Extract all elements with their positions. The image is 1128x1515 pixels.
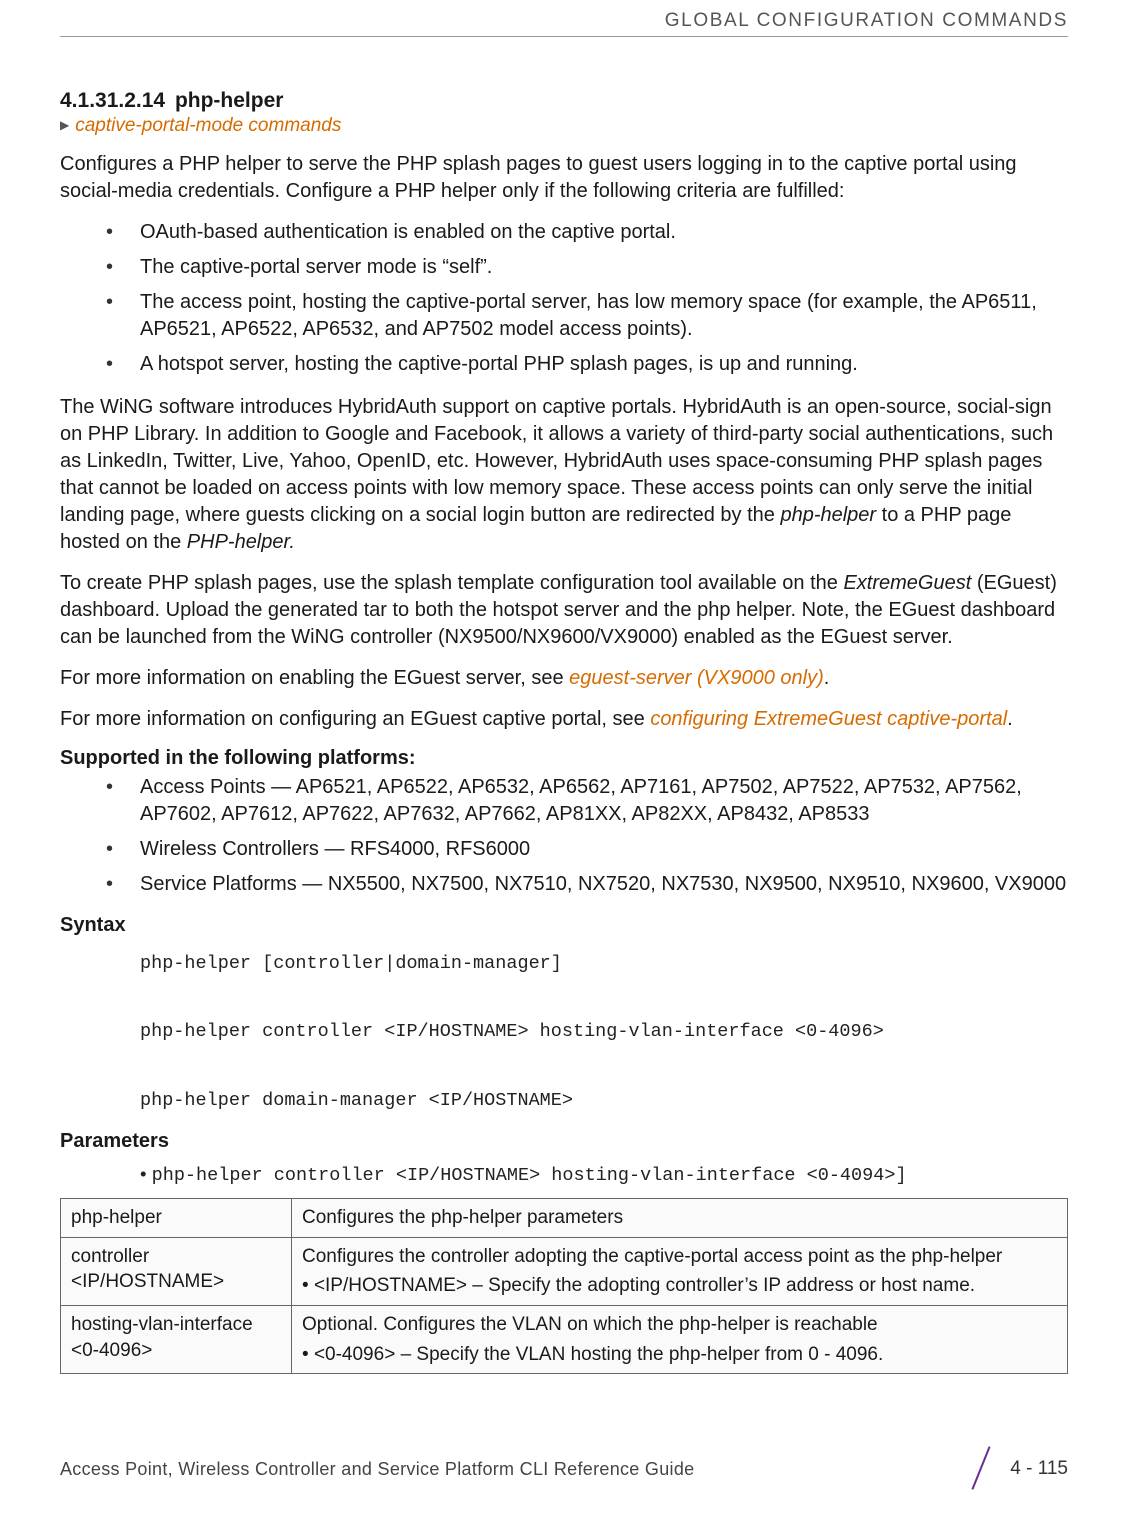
intro-paragraph: Configures a PHP helper to serve the PHP… <box>60 151 1068 205</box>
italic-text: php-helper <box>780 504 876 526</box>
param-desc: Optional. Configures the VLAN on which t… <box>292 1306 1068 1374</box>
more-info-paragraph: For more information on enabling the EGu… <box>60 665 1068 692</box>
param-desc: Configures the php-helper parameters <box>292 1199 1068 1238</box>
list-item: OAuth-based authentication is enabled on… <box>106 219 1068 246</box>
body-text: For more information on configuring an E… <box>60 708 650 730</box>
more-info-paragraph: For more information on configuring an E… <box>60 706 1068 733</box>
list-item: Service Platforms — NX5500, NX7500, NX75… <box>106 871 1068 898</box>
list-item: A hotspot server, hosting the captive-po… <box>106 351 1068 378</box>
wing-paragraph: The WiNG software introduces HybridAuth … <box>60 394 1068 556</box>
supported-list: Access Points — AP6521, AP6522, AP6532, … <box>60 774 1068 898</box>
section-number: 4.1.31.2.14 <box>60 89 165 112</box>
param-sub: <0-4096> – Specify the VLAN hosting the … <box>302 1342 1057 1368</box>
param-sub: <IP/HOSTNAME> – Specify the adopting con… <box>302 1273 1057 1299</box>
page-number: 4 - 115 <box>1010 1458 1068 1480</box>
list-item: Access Points — AP6521, AP6522, AP6532, … <box>106 774 1068 828</box>
param-name: controller <IP/HOSTNAME> <box>61 1237 292 1305</box>
list-item: The captive-portal server mode is “self”… <box>106 254 1068 281</box>
section-title: php-helper <box>175 89 284 112</box>
footer-title: Access Point, Wireless Controller and Se… <box>60 1459 694 1480</box>
parameters-heading: Parameters <box>60 1130 1068 1153</box>
param-name: hosting-vlan-interface <0-4096> <box>61 1306 292 1374</box>
list-item: Wireless Controllers — RFS4000, RFS6000 <box>106 836 1068 863</box>
list-item: The access point, hosting the captive-po… <box>106 289 1068 343</box>
running-header: GLOBAL CONFIGURATION COMMANDS <box>60 0 1068 37</box>
section-heading: 4.1.31.2.14 php-helper <box>60 89 1068 113</box>
page-footer: Access Point, Wireless Controller and Se… <box>60 1449 1068 1489</box>
slash-icon <box>970 1449 992 1489</box>
table-row: controller <IP/HOSTNAME> Configures the … <box>61 1237 1068 1305</box>
breadcrumb-text: captive-portal-mode commands <box>75 115 341 136</box>
syntax-heading: Syntax <box>60 914 1068 937</box>
body-text: . <box>1007 708 1013 730</box>
syntax-code: php-helper [controller|domain-manager] p… <box>60 941 1068 1124</box>
breadcrumb-arrow-icon: ▶ <box>60 118 69 132</box>
parameter-usage-line: php-helper controller <IP/HOSTNAME> host… <box>60 1157 1068 1192</box>
italic-text: ExtremeGuest <box>843 572 971 594</box>
param-name: php-helper <box>61 1199 292 1238</box>
cross-reference-link[interactable]: eguest-server (VX9000 only) <box>569 667 824 689</box>
page-number-group: 4 - 115 <box>970 1449 1068 1489</box>
body-text: For more information on enabling the EGu… <box>60 667 569 689</box>
criteria-list: OAuth-based authentication is enabled on… <box>60 219 1068 378</box>
supported-heading: Supported in the following platforms: <box>60 747 1068 770</box>
param-desc: Configures the controller adopting the c… <box>292 1237 1068 1305</box>
parameters-table: php-helper Configures the php-helper par… <box>60 1198 1068 1374</box>
cross-reference-link[interactable]: configuring ExtremeGuest captive-portal <box>650 708 1007 730</box>
table-row: php-helper Configures the php-helper par… <box>61 1199 1068 1238</box>
italic-text: PHP-helper. <box>187 531 295 553</box>
body-text: To create PHP splash pages, use the spla… <box>60 572 843 594</box>
breadcrumb: ▶ captive-portal-mode commands <box>60 115 1068 137</box>
body-text: . <box>824 667 830 689</box>
splash-paragraph: To create PHP splash pages, use the spla… <box>60 570 1068 651</box>
table-row: hosting-vlan-interface <0-4096> Optional… <box>61 1306 1068 1374</box>
